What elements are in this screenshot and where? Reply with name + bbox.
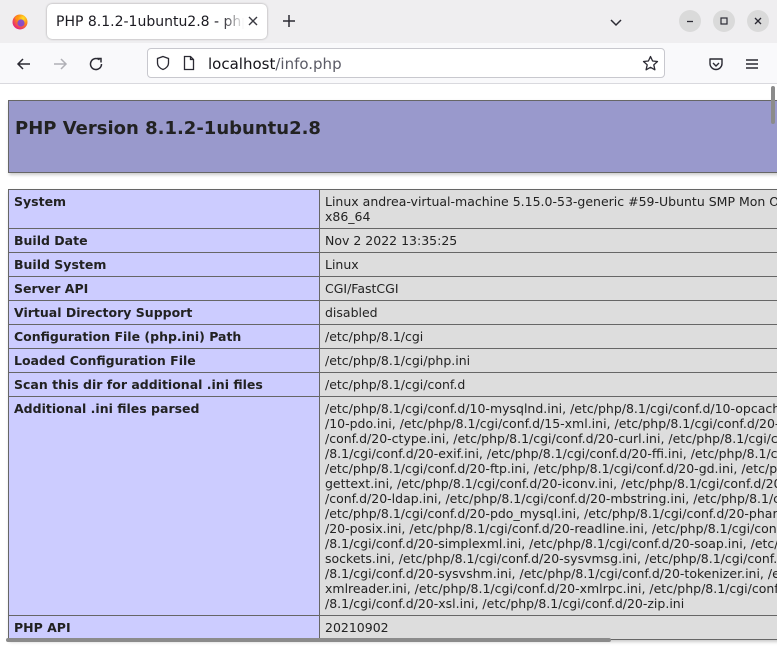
row-value: /etc/php/8.1/cgi	[319, 324, 777, 349]
table-row: Virtual Directory Support disabled	[8, 300, 777, 325]
table-row: Scan this dir for additional .ini files /…	[8, 372, 777, 397]
maximize-icon	[720, 17, 728, 25]
pocket-icon[interactable]	[707, 55, 725, 73]
table-row: Server API CGI/FastCGI	[8, 276, 777, 301]
row-value: 20210902	[319, 615, 777, 640]
row-value: /etc/php/8.1/cgi/php.ini	[319, 348, 777, 373]
row-value-line: /etc/php/8.1/cgi/php.ini	[325, 353, 471, 368]
shield-icon[interactable]	[155, 55, 171, 71]
row-value: Linux	[319, 252, 777, 277]
row-value: CGI/FastCGI	[319, 276, 777, 301]
page-icon[interactable]	[181, 55, 197, 71]
row-label: Build System	[8, 252, 320, 277]
tab-bar: PHP 8.1.2-1ubuntu2.8 - phpinfo()	[0, 0, 777, 43]
row-value: disabled	[319, 300, 777, 325]
table-row: PHP API 20210902	[8, 615, 777, 640]
row-value-line: /etc/php/8.1/cgi	[325, 329, 424, 344]
row-value: /etc/php/8.1/cgi/conf.d	[319, 372, 777, 397]
row-value: /etc/php/8.1/cgi/conf.d/10-mysqlnd.ini, …	[319, 396, 777, 616]
chevron-down-icon[interactable]	[608, 14, 624, 30]
row-value-line: /8.1/cgi/conf.d/20-exif.ini, /etc/php/8.…	[325, 446, 777, 461]
php-version-header: PHP Version 8.1.2-1ubuntu2.8	[8, 100, 777, 173]
row-label: Configuration File (php.ini) Path	[8, 324, 320, 349]
url-path: /info.php	[275, 55, 342, 73]
row-value-line: xmlreader.ini, /etc/php/8.1/cgi/conf.d/2…	[325, 581, 777, 596]
row-label: Server API	[8, 276, 320, 301]
row-value-line: /etc/php/8.1/cgi/conf.d/20-pdo_mysql.ini…	[325, 506, 777, 521]
reload-icon[interactable]	[87, 55, 105, 73]
row-value-line: /etc/php/8.1/cgi/conf.d/20-ftp.ini, /etc…	[325, 461, 777, 476]
row-label: Scan this dir for additional .ini files	[8, 372, 320, 397]
vertical-scrollbar[interactable]	[771, 86, 775, 124]
table-row: Build Date Nov 2 2022 13:35:25	[8, 228, 777, 253]
row-label: PHP API	[8, 615, 320, 640]
minimize-icon	[687, 20, 693, 23]
firefox-icon[interactable]	[12, 14, 28, 30]
page-title: PHP Version 8.1.2-1ubuntu2.8	[15, 118, 321, 139]
row-value-line: /10-pdo.ini, /etc/php/8.1/cgi/conf.d/15-…	[325, 416, 777, 431]
row-value-line: Linux andrea-virtual-machine 5.15.0-53-g…	[325, 194, 777, 209]
row-value-line: /etc/php/8.1/cgi/conf.d	[325, 377, 466, 392]
row-label: Virtual Directory Support	[8, 300, 320, 325]
hamburger-menu-icon[interactable]	[743, 55, 761, 73]
row-value-line: Nov 2 2022 13:35:25	[325, 233, 458, 248]
table-row: Additional .ini files parsed/etc/php/8.1…	[8, 396, 777, 616]
row-value-line: x86_64	[325, 209, 371, 224]
row-value-line: /8.1/cgi/conf.d/20-sysvshm.ini, /etc/php…	[325, 566, 777, 581]
row-value: Linux andrea-virtual-machine 5.15.0-53-g…	[319, 189, 777, 229]
tab-phpinfo[interactable]: PHP 8.1.2-1ubuntu2.8 - phpinfo()	[47, 4, 267, 39]
row-value-line: /8.1/cgi/conf.d/20-xsl.ini, /etc/php/8.1…	[325, 596, 685, 611]
back-arrow-icon[interactable]	[15, 55, 33, 73]
row-value-line: disabled	[325, 305, 378, 320]
url-bar[interactable]: localhost/info.php	[147, 48, 665, 78]
row-value-line: /8.1/cgi/conf.d/20-simplexml.ini, /etc/p…	[325, 536, 777, 551]
row-label: Additional .ini files parsed	[8, 396, 320, 616]
minimize-button[interactable]	[679, 10, 701, 32]
url-host: localhost	[208, 55, 276, 73]
row-label: Loaded Configuration File	[8, 348, 320, 373]
row-value-line: /etc/php/8.1/cgi/conf.d/10-mysqlnd.ini, …	[325, 401, 777, 416]
close-icon	[754, 17, 762, 25]
navigation-bar: localhost/info.php	[0, 43, 777, 84]
new-tab-icon[interactable]	[281, 13, 297, 29]
tab-title: PHP 8.1.2-1ubuntu2.8 - phpinfo()	[56, 14, 244, 30]
table-row: Build System Linux	[8, 252, 777, 277]
maximize-button[interactable]	[713, 10, 735, 32]
row-value: Nov 2 2022 13:35:25	[319, 228, 777, 253]
table-row: Loaded Configuration File/etc/php/8.1/cg…	[8, 348, 777, 373]
table-row: Configuration File (php.ini) Path/etc/ph…	[8, 324, 777, 349]
row-value-line: Linux	[325, 257, 359, 272]
close-window-button[interactable]	[747, 10, 769, 32]
row-value-line: sockets.ini, /etc/php/8.1/cgi/conf.d/20-…	[325, 551, 777, 566]
row-label: System	[8, 189, 320, 229]
row-value-line: 20210902	[325, 620, 389, 635]
page-content[interactable]: PHP Version 8.1.2-1ubuntu2.8 System Linux…	[0, 84, 777, 646]
bookmark-star-icon[interactable]	[642, 55, 659, 72]
row-value-line: /20-posix.ini, /etc/php/8.1/cgi/conf.d/2…	[325, 521, 777, 536]
forward-arrow-icon[interactable]	[51, 55, 69, 73]
row-value-line: /conf.d/20-ldap.ini, /etc/php/8.1/cgi/co…	[325, 491, 777, 506]
row-value-line: /conf.d/20-ctype.ini, /etc/php/8.1/cgi/c…	[325, 431, 777, 446]
row-label: Build Date	[8, 228, 320, 253]
url-text[interactable]: localhost/info.php	[208, 55, 342, 73]
phpinfo-table: System Linux andrea-virtual-machine 5.15.…	[8, 189, 777, 640]
row-value-line: gettext.ini, /etc/php/8.1/cgi/conf.d/20-…	[325, 476, 777, 491]
close-tab-icon[interactable]	[246, 14, 260, 28]
row-value-line: CGI/FastCGI	[325, 281, 399, 296]
table-row: System Linux andrea-virtual-machine 5.15.…	[8, 189, 777, 229]
horizontal-scrollbar[interactable]	[6, 638, 611, 642]
